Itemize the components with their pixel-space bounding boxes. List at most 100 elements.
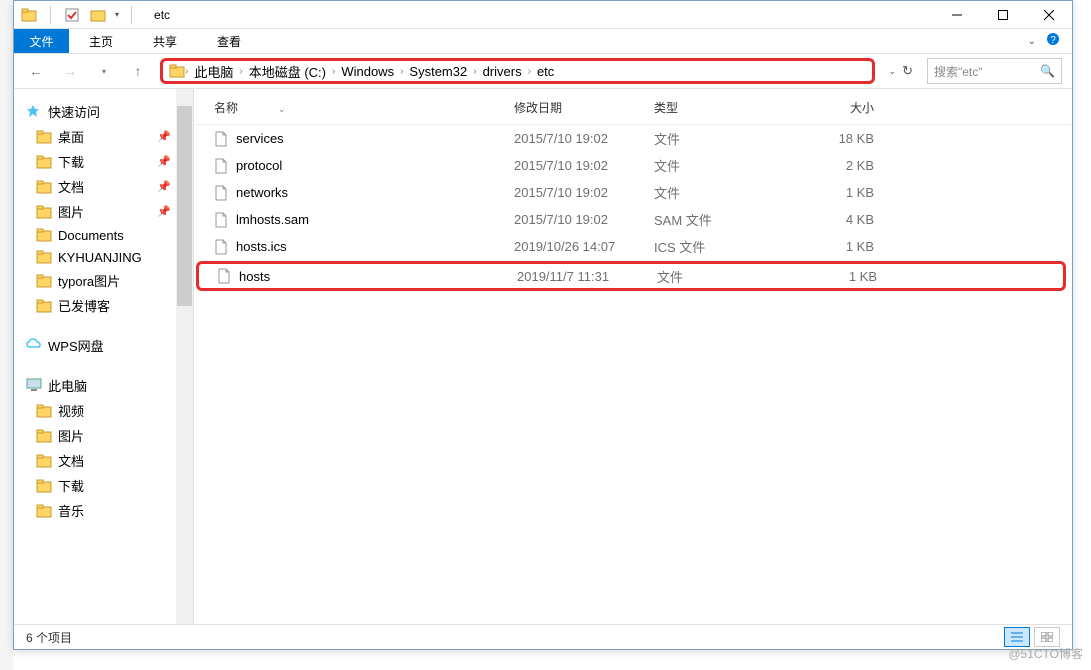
- titlebar: ▾ etc: [14, 1, 1072, 29]
- wps-label: WPS网盘: [48, 336, 104, 355]
- breadcrumb-segment[interactable]: etc: [531, 64, 560, 79]
- folder-icon: [36, 129, 52, 145]
- file-size: 1 KB: [807, 269, 897, 284]
- address-bar[interactable]: › 此电脑 › 本地磁盘 (C:) › Windows › System32 ›…: [160, 58, 875, 84]
- file-row[interactable]: lmhosts.sam2015/7/10 19:02SAM 文件4 KB: [194, 206, 1072, 233]
- sidebar-item[interactable]: 图片: [14, 423, 193, 448]
- sidebar-item-label: 视频: [58, 401, 84, 420]
- search-input[interactable]: 搜索"etc" 🔍: [927, 58, 1062, 84]
- sidebar-item[interactable]: 音乐: [14, 498, 193, 523]
- file-row[interactable]: hosts.ics2019/10/26 14:07ICS 文件1 KB: [194, 233, 1072, 260]
- column-type[interactable]: 类型: [654, 99, 804, 116]
- thumbnails-view-button[interactable]: [1034, 627, 1060, 647]
- file-type: ICS 文件: [654, 237, 804, 256]
- content-area: 快速访问 桌面 📌 下载📌文档📌 图片 📌 DocumentsKYHUANJINGtypo…: [14, 89, 1072, 624]
- sidebar-item-label: 图片: [58, 202, 84, 221]
- file-row[interactable]: networks2015/7/10 19:02文件1 KB: [194, 179, 1072, 206]
- sidebar-item[interactable]: 桌面 📌: [14, 124, 193, 149]
- file-name: networks: [236, 185, 288, 200]
- column-name[interactable]: 名称⌄: [204, 99, 514, 116]
- file-tab[interactable]: 文件: [14, 29, 69, 53]
- wps-drive[interactable]: WPS网盘: [14, 333, 193, 358]
- scrollbar-thumb[interactable]: [177, 106, 192, 306]
- external-fragment-right: [1077, 0, 1091, 670]
- help-icon[interactable]: ?: [1046, 32, 1060, 51]
- sidebar-item-label: 图片: [58, 426, 84, 445]
- quick-access-label: 快速访问: [48, 102, 100, 121]
- sidebar-item[interactable]: KYHUANJING: [14, 246, 193, 268]
- file-type: 文件: [654, 156, 804, 175]
- quick-access-header[interactable]: 快速访问: [14, 99, 193, 124]
- navigation-bar: ← → ▾ ↑ › 此电脑 › 本地磁盘 (C:) › Windows › Sy…: [14, 54, 1072, 89]
- file-date: 2015/7/10 19:02: [514, 131, 654, 146]
- file-name: services: [236, 131, 284, 146]
- sidebar-item[interactable]: typora图片: [14, 268, 193, 293]
- file-date: 2015/7/10 19:02: [514, 185, 654, 200]
- scrollbar[interactable]: [176, 89, 193, 624]
- this-pc-header[interactable]: 此电脑: [14, 373, 193, 398]
- sidebar-item-label: 音乐: [58, 501, 84, 520]
- folder-icon: [36, 453, 52, 469]
- sidebar-item[interactable]: Documents: [14, 224, 193, 246]
- folder-icon: [36, 298, 52, 314]
- file-type: 文件: [654, 183, 804, 202]
- file-type: 文件: [654, 129, 804, 148]
- search-icon[interactable]: 🔍: [1040, 64, 1055, 78]
- breadcrumb-segment[interactable]: drivers: [477, 64, 528, 79]
- minimize-button[interactable]: [934, 1, 980, 29]
- sidebar-item[interactable]: 下载: [14, 473, 193, 498]
- up-button[interactable]: ↑: [126, 59, 150, 83]
- quick-access-toolbar: ▾ etc: [14, 6, 170, 24]
- refresh-button[interactable]: ↻: [902, 63, 913, 79]
- sidebar-item-label: 桌面: [58, 127, 84, 146]
- file-name: hosts.ics: [236, 239, 287, 254]
- item-count: 6 个项目: [26, 629, 72, 646]
- breadcrumb-segment[interactable]: 本地磁盘 (C:): [243, 62, 332, 81]
- sidebar-item[interactable]: 图片 📌: [14, 199, 193, 224]
- folder-icon: [20, 6, 38, 24]
- cloud-icon: [26, 338, 42, 354]
- tab-view[interactable]: 查看: [197, 29, 261, 53]
- maximize-button[interactable]: [980, 1, 1026, 29]
- external-fragment-left: [0, 0, 13, 670]
- new-folder-icon[interactable]: [89, 6, 107, 24]
- column-size[interactable]: 大小: [804, 99, 894, 116]
- svg-text:?: ?: [1050, 35, 1056, 46]
- sidebar-item-label: 文档: [58, 177, 84, 196]
- ribbon-expand-icon[interactable]: ⌄: [1028, 36, 1036, 47]
- sidebar-item[interactable]: 下载📌: [14, 149, 193, 174]
- column-headers: 名称⌄ 修改日期 类型 大小: [194, 95, 1072, 125]
- recent-dropdown-icon[interactable]: ▾: [92, 59, 116, 83]
- tab-home[interactable]: 主页: [69, 29, 133, 53]
- sidebar-item[interactable]: 文档: [14, 448, 193, 473]
- tab-share[interactable]: 共享: [133, 29, 197, 53]
- file-icon: [217, 268, 233, 284]
- sidebar-item-label: 文档: [58, 451, 84, 470]
- sidebar-item[interactable]: 视频: [14, 398, 193, 423]
- address-dropdown-icon[interactable]: ⌄: [889, 66, 897, 77]
- folder-icon: [36, 428, 52, 444]
- details-view-button[interactable]: [1004, 627, 1030, 647]
- qat-dropdown-icon[interactable]: ▾: [115, 10, 119, 19]
- sidebar-item[interactable]: 文档📌: [14, 174, 193, 199]
- file-row[interactable]: protocol2015/7/10 19:02文件2 KB: [194, 152, 1072, 179]
- file-size: 1 KB: [804, 239, 894, 254]
- column-date[interactable]: 修改日期: [514, 99, 654, 116]
- breadcrumb-segment[interactable]: Windows: [335, 64, 400, 79]
- forward-button[interactable]: →: [58, 59, 82, 83]
- breadcrumb-segment[interactable]: System32: [403, 64, 473, 79]
- breadcrumb-segment[interactable]: 此电脑: [188, 62, 239, 81]
- star-icon: [26, 104, 42, 120]
- back-button[interactable]: ←: [24, 59, 48, 83]
- close-button[interactable]: [1026, 1, 1072, 29]
- folder-icon: [36, 273, 52, 289]
- file-row[interactable]: hosts2019/11/7 11:31文件1 KB: [196, 261, 1066, 291]
- file-row[interactable]: services2015/7/10 19:02文件18 KB: [194, 125, 1072, 152]
- file-icon: [214, 239, 230, 255]
- file-icon: [214, 158, 230, 174]
- pin-icon: 📌: [157, 205, 171, 218]
- properties-checkbox-icon[interactable]: [63, 6, 81, 24]
- pin-icon: 📌: [157, 130, 171, 143]
- sidebar-item[interactable]: 已发博客: [14, 293, 193, 318]
- file-name: protocol: [236, 158, 282, 173]
